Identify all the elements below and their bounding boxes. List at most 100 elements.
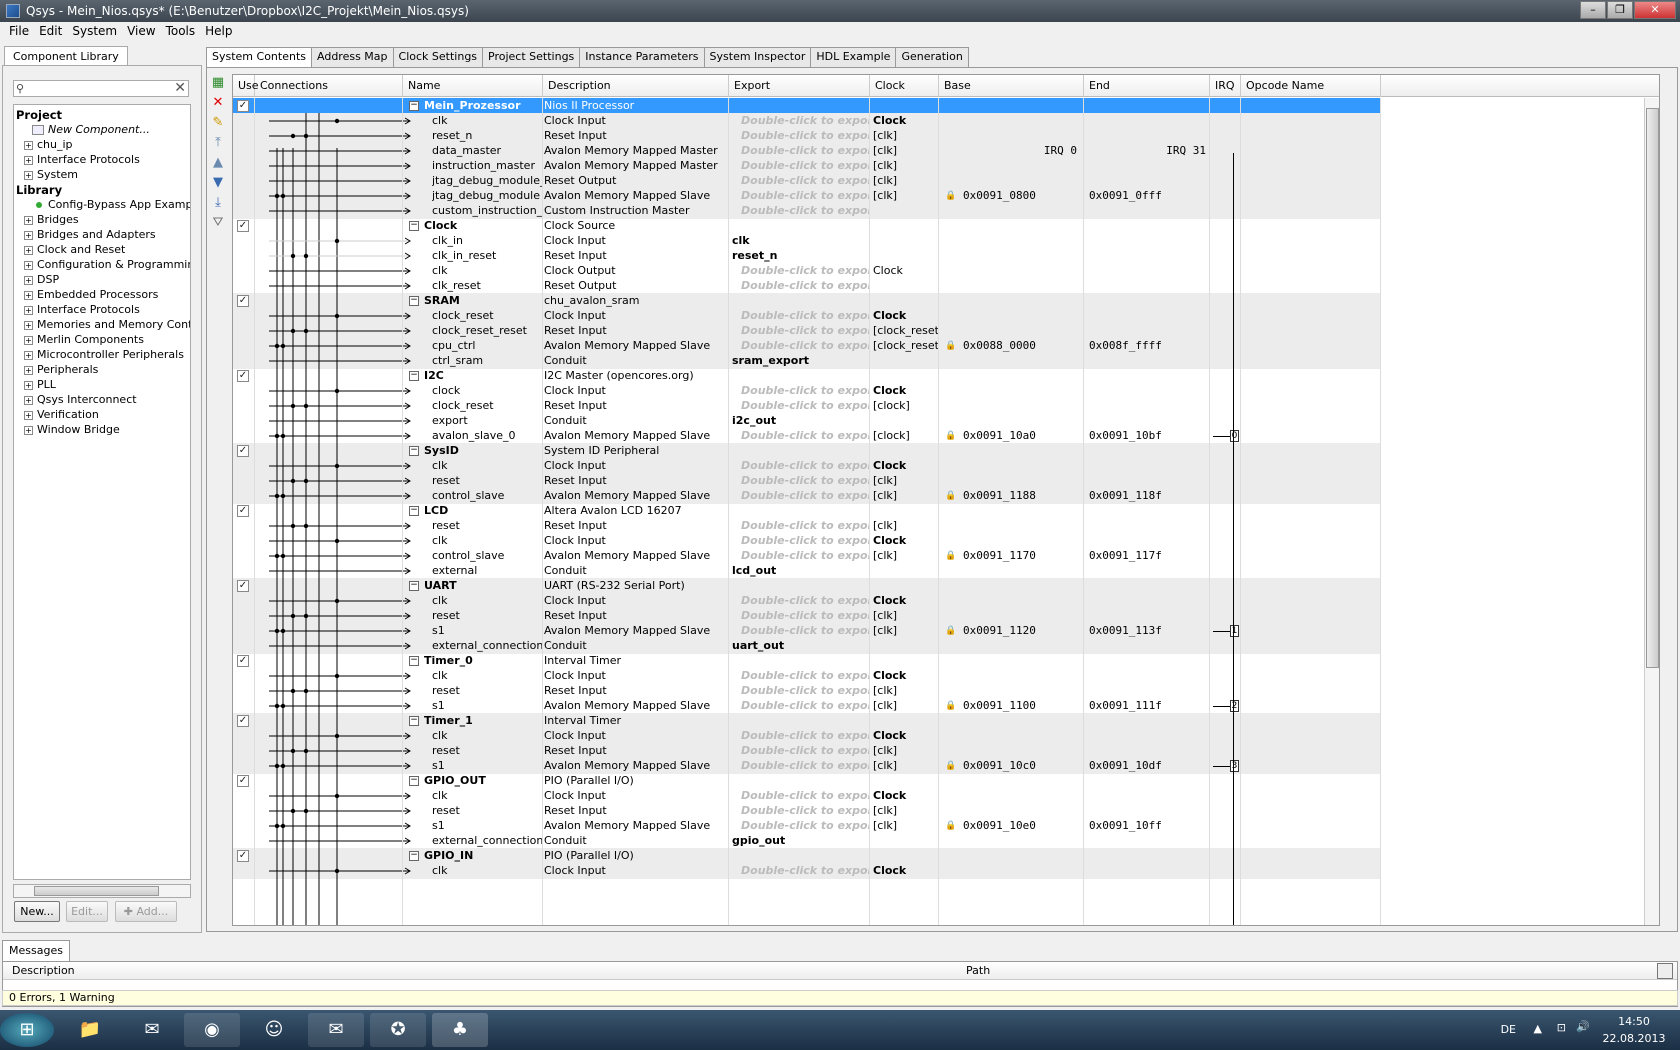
clock-cell[interactable]: [clk] bbox=[873, 518, 939, 534]
table-vertical-scrollbar[interactable] bbox=[1644, 98, 1659, 925]
language-indicator[interactable]: DE bbox=[1501, 1023, 1516, 1036]
export-cell[interactable]: Double-click to export bbox=[741, 203, 869, 219]
connection-dot[interactable] bbox=[290, 748, 296, 754]
move-top-icon[interactable]: ⤒ bbox=[210, 136, 226, 150]
expand-icon[interactable]: + bbox=[24, 170, 33, 180]
connection-dot[interactable] bbox=[303, 613, 309, 619]
irq-number[interactable]: 3 bbox=[1230, 760, 1239, 772]
column-header-end[interactable]: End bbox=[1084, 75, 1210, 97]
expand-icon[interactable]: + bbox=[24, 425, 33, 435]
connection-dot[interactable] bbox=[280, 193, 286, 199]
connection-dot[interactable] bbox=[303, 688, 309, 694]
menu-tools[interactable]: Tools bbox=[161, 24, 201, 38]
clock-cell[interactable]: [clk] bbox=[873, 158, 939, 174]
library-search-input[interactable]: ⚲ ✕ bbox=[13, 80, 189, 97]
expand-icon[interactable]: + bbox=[24, 215, 33, 225]
export-cell[interactable]: Double-click to export bbox=[741, 788, 869, 804]
connection-dot[interactable] bbox=[303, 253, 309, 259]
clock-cell[interactable]: Clock bbox=[873, 668, 939, 684]
connection-dot[interactable] bbox=[274, 193, 280, 199]
export-cell[interactable]: Double-click to export bbox=[741, 623, 869, 639]
connection-dot[interactable] bbox=[290, 478, 296, 484]
connections-matrix[interactable] bbox=[269, 98, 441, 926]
connection-dot[interactable] bbox=[303, 808, 309, 814]
menu-help[interactable]: Help bbox=[200, 24, 237, 38]
expand-icon[interactable]: + bbox=[24, 155, 33, 165]
export-cell[interactable]: Double-click to export bbox=[741, 488, 869, 504]
scrollbar-thumb[interactable] bbox=[1646, 108, 1659, 668]
expand-icon[interactable]: + bbox=[24, 320, 33, 330]
clock-cell[interactable]: [clk] bbox=[873, 488, 939, 504]
connection-dot[interactable] bbox=[290, 133, 296, 139]
move-up-icon[interactable]: ▲ bbox=[210, 156, 226, 170]
connection-dot[interactable] bbox=[274, 703, 280, 709]
explorer-taskbar-icon[interactable]: 📁 bbox=[62, 1013, 118, 1047]
use-checkbox[interactable]: ✓ bbox=[237, 580, 249, 592]
base-address[interactable]: 0x0091_1100 bbox=[963, 698, 1083, 714]
export-cell[interactable]: Double-click to export bbox=[741, 383, 869, 399]
minimize-button[interactable]: – bbox=[1580, 1, 1606, 19]
irq-number[interactable]: 0 bbox=[1230, 430, 1239, 442]
tab-clock-settings[interactable]: Clock Settings bbox=[392, 47, 484, 67]
connection-dot[interactable] bbox=[334, 118, 340, 124]
library-tree-item[interactable]: + chu_ip bbox=[24, 137, 73, 153]
network-icon[interactable]: ⊡ bbox=[1557, 1021, 1566, 1034]
expand-icon[interactable]: + bbox=[24, 380, 33, 390]
base-address[interactable]: 0x0091_0800 bbox=[963, 188, 1083, 204]
export-cell[interactable]: clk bbox=[732, 233, 868, 249]
tray-time[interactable]: 14:50 bbox=[1604, 1015, 1664, 1028]
column-header-irq[interactable]: IRQ bbox=[1210, 75, 1241, 97]
connection-dot[interactable] bbox=[274, 343, 280, 349]
base-address[interactable]: 0x0088_0000 bbox=[963, 338, 1083, 354]
library-tree-item[interactable]: + Configuration & Programming bbox=[24, 257, 190, 273]
clock-cell[interactable]: Clock bbox=[873, 863, 939, 879]
thunderbird-taskbar-icon[interactable]: ✉ bbox=[124, 1013, 180, 1047]
connection-dot[interactable] bbox=[334, 733, 340, 739]
messages-col-description[interactable]: Description bbox=[12, 962, 75, 980]
connection-dot[interactable] bbox=[303, 133, 309, 139]
column-header-base[interactable]: Base bbox=[939, 75, 1084, 97]
connection-dot[interactable] bbox=[274, 763, 280, 769]
library-tree-item[interactable]: + Merlin Components bbox=[24, 332, 144, 348]
clock-cell[interactable]: [clock] bbox=[873, 398, 939, 414]
clock-cell[interactable]: Clock bbox=[873, 383, 939, 399]
clock-cell[interactable]: Clock bbox=[873, 593, 939, 609]
connection-dot[interactable] bbox=[303, 523, 309, 529]
column-header-opcode-name[interactable]: Opcode Name bbox=[1241, 75, 1381, 97]
tab-address-map[interactable]: Address Map bbox=[311, 47, 394, 67]
clock-cell[interactable]: [clk] bbox=[873, 698, 939, 714]
column-header-use[interactable]: Use bbox=[233, 75, 259, 97]
base-address[interactable]: 0x0091_10e0 bbox=[963, 818, 1083, 834]
library-tree-item[interactable]: + Interface Protocols bbox=[24, 302, 140, 318]
tab-component-library[interactable]: Component Library bbox=[4, 46, 128, 66]
library-tree-item[interactable]: + Microcontroller Peripherals bbox=[24, 347, 184, 363]
scrollbar-thumb[interactable] bbox=[34, 886, 159, 896]
library-tree-item[interactable]: + Interface Protocols bbox=[24, 152, 140, 168]
clock-cell[interactable]: [clk] bbox=[873, 818, 939, 834]
export-cell[interactable]: Double-click to export bbox=[741, 668, 869, 684]
library-tree-item[interactable]: + Verification bbox=[24, 407, 99, 423]
expand-icon[interactable]: + bbox=[24, 335, 33, 345]
expand-icon[interactable]: + bbox=[24, 140, 33, 150]
base-address[interactable]: 0x0091_1170 bbox=[963, 548, 1083, 564]
column-header-name[interactable]: Name bbox=[403, 75, 543, 97]
export-cell[interactable]: Double-click to export bbox=[741, 533, 869, 549]
library-tree-item[interactable]: + Embedded Processors bbox=[24, 287, 158, 303]
expand-icon[interactable]: + bbox=[24, 410, 33, 420]
export-cell[interactable]: lcd_out bbox=[732, 563, 868, 579]
lock-icon[interactable]: 🔒 bbox=[945, 548, 955, 564]
connection-dot[interactable] bbox=[274, 553, 280, 559]
volume-icon[interactable]: 🔊 bbox=[1576, 1020, 1590, 1033]
export-cell[interactable]: Double-click to export bbox=[741, 113, 869, 129]
library-tree-item[interactable]: Library bbox=[16, 182, 62, 198]
tab-system-contents[interactable]: System Contents bbox=[206, 47, 312, 68]
expand-icon[interactable]: + bbox=[24, 290, 33, 300]
library-tree-item[interactable]: Config-Bypass App Exampl bbox=[32, 197, 190, 213]
library-horizontal-scrollbar[interactable] bbox=[13, 884, 191, 898]
export-cell[interactable]: Double-click to export bbox=[741, 323, 869, 339]
library-tree-item[interactable]: New Component... bbox=[32, 122, 150, 138]
expand-icon[interactable]: + bbox=[24, 365, 33, 375]
tray-date[interactable]: 22.08.2013 bbox=[1598, 1032, 1670, 1045]
column-header-clock[interactable]: Clock bbox=[870, 75, 939, 97]
connection-dot[interactable] bbox=[334, 388, 340, 394]
